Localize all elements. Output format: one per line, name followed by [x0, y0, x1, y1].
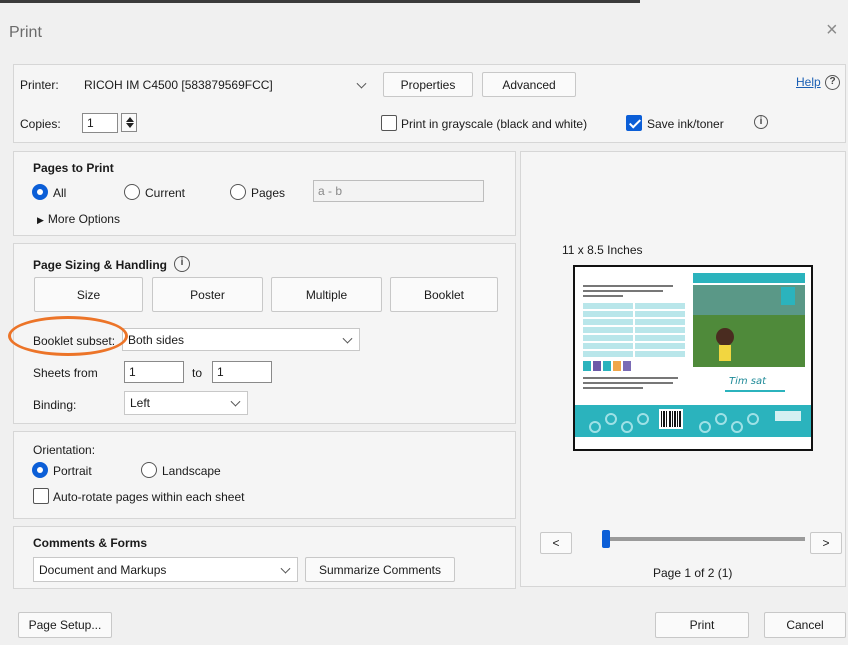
sheets-to-input[interactable]: 1	[212, 361, 272, 383]
radio-landscape-label: Landscape	[162, 464, 221, 478]
copies-input[interactable]: 1	[82, 113, 118, 133]
pages-to-print-heading: Pages to Print	[33, 161, 114, 175]
pages-range-input[interactable]: a - b	[313, 180, 484, 202]
size-button[interactable]: Size	[34, 277, 143, 312]
window-top-edge-dark	[0, 0, 640, 3]
close-icon[interactable]: ×	[826, 20, 838, 40]
auto-rotate-checkbox[interactable]	[33, 488, 49, 504]
orientation-heading: Orientation:	[33, 443, 96, 457]
page-setup-button[interactable]: Page Setup...	[18, 612, 112, 638]
radio-portrait-label: Portrait	[53, 464, 92, 478]
comments-forms-heading: Comments & Forms	[33, 536, 148, 550]
radio-portrait[interactable]	[32, 462, 48, 478]
chevron-down-icon	[342, 333, 353, 344]
copies-stepper[interactable]	[121, 113, 137, 132]
sheets-from-input[interactable]: 1	[124, 361, 184, 383]
printer-select[interactable]: RICOH IM C4500 [583879569FCC]	[78, 73, 374, 97]
radio-pages-label: Pages	[251, 186, 286, 200]
multiple-button[interactable]: Multiple	[271, 277, 382, 312]
save-ink-checkbox[interactable]	[626, 115, 642, 131]
page-preview: Tim sat	[573, 265, 813, 451]
page-sizing-info-icon[interactable]: i	[174, 256, 190, 272]
copies-label: Copies:	[20, 117, 61, 131]
binding-value: Left	[130, 396, 151, 410]
more-options-label: More Options	[47, 212, 120, 226]
sheets-from-label: Sheets from	[33, 366, 98, 380]
highlight-oval	[8, 316, 128, 356]
comments-forms-value: Document and Markups	[39, 562, 167, 577]
next-page-button[interactable]: >	[810, 532, 842, 554]
printer-value: RICOH IM C4500 [583879569FCC]	[84, 78, 273, 92]
cancel-button[interactable]: Cancel	[764, 612, 846, 638]
radio-landscape[interactable]	[141, 462, 157, 478]
comments-forms-select[interactable]: Document and Markups	[33, 557, 298, 582]
info-icon[interactable]: i	[754, 115, 768, 129]
page-slider-thumb[interactable]	[602, 530, 610, 548]
preview-book-title: Tim sat	[729, 376, 767, 387]
window-title: Print	[9, 24, 42, 41]
help-link[interactable]: Help	[796, 75, 821, 89]
auto-rotate-label: Auto-rotate pages within each sheet	[53, 490, 245, 504]
binding-label: Binding:	[33, 398, 77, 412]
printer-label: Printer:	[20, 78, 59, 92]
page-slider-track[interactable]	[605, 537, 805, 541]
grayscale-label: Print in grayscale (black and white)	[401, 117, 588, 131]
preview-size-label: 11 x 8.5 Inches	[562, 243, 643, 257]
save-ink-label: Save ink/toner	[647, 117, 724, 131]
radio-current-label: Current	[145, 186, 186, 200]
caret-right-icon: ▶	[37, 215, 44, 225]
summarize-comments-button[interactable]: Summarize Comments	[305, 557, 455, 582]
preview-barcode	[661, 411, 681, 427]
booklet-subset-select[interactable]: Both sides	[122, 328, 360, 351]
chevron-down-icon	[356, 78, 367, 89]
page-indicator: Page 1 of 2 (1)	[653, 566, 733, 580]
prev-page-button[interactable]: <	[540, 532, 572, 554]
to-label: to	[192, 366, 203, 380]
poster-button[interactable]: Poster	[152, 277, 263, 312]
booklet-button[interactable]: Booklet	[390, 277, 498, 312]
preview-color-chips	[583, 361, 631, 371]
radio-all[interactable]	[32, 184, 48, 200]
booklet-subset-value: Both sides	[128, 332, 185, 347]
binding-select[interactable]: Left	[124, 391, 248, 415]
more-options-toggle[interactable]: ▶ More Options	[37, 212, 120, 226]
page-sizing-heading: Page Sizing & Handling	[33, 258, 168, 272]
radio-pages[interactable]	[230, 184, 246, 200]
window-top-edge	[0, 0, 848, 3]
advanced-button[interactable]: Advanced	[482, 72, 576, 97]
booklet-preview-image: Tim sat	[575, 267, 811, 449]
stepper-down-icon[interactable]	[126, 123, 134, 128]
help-icon[interactable]: ?	[825, 75, 840, 90]
stepper-up-icon[interactable]	[126, 117, 134, 122]
chevron-down-icon	[280, 563, 291, 574]
print-button[interactable]: Print	[655, 612, 749, 638]
grayscale-checkbox[interactable]	[381, 115, 397, 131]
properties-button[interactable]: Properties	[383, 72, 473, 97]
radio-current[interactable]	[124, 184, 140, 200]
radio-all-label: All	[53, 186, 67, 200]
chevron-down-icon	[230, 396, 241, 407]
